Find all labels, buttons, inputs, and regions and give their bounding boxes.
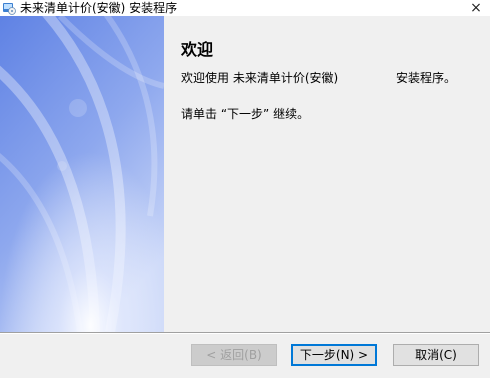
welcome-panel: 欢迎 欢迎使用 未来清单计价(安徽) 安装程序。 请单击 “下一步” 继续。 <box>164 16 490 332</box>
back-button[interactable]: < 返回(B) <box>191 344 277 366</box>
welcome-message-suffix: 安装程序。 <box>396 71 457 85</box>
cancel-button[interactable]: 取消(C) <box>393 344 479 366</box>
installer-icon <box>2 1 16 15</box>
page-title: 欢迎 <box>181 40 214 59</box>
next-button[interactable]: 下一步(N) > <box>291 344 377 366</box>
instruction-text: 请单击 “下一步” 继续。 <box>181 107 310 121</box>
window-title: 未来清单计价(安徽) 安装程序 <box>20 1 178 15</box>
footer-separator <box>0 332 490 334</box>
welcome-message-prefix: 欢迎使用 未来清单计价(安徽) <box>181 71 339 85</box>
close-icon[interactable]: × <box>468 0 484 16</box>
welcome-message: 欢迎使用 未来清单计价(安徽) 安装程序。 <box>181 70 481 86</box>
title-bar: 未来清单计价(安徽) 安装程序 × <box>0 0 490 16</box>
installer-window: 未来清单计价(安徽) 安装程序 × 欢迎 欢迎使用 未来清单计价(安徽) 安装程… <box>0 0 490 378</box>
welcome-banner-image <box>0 16 164 332</box>
